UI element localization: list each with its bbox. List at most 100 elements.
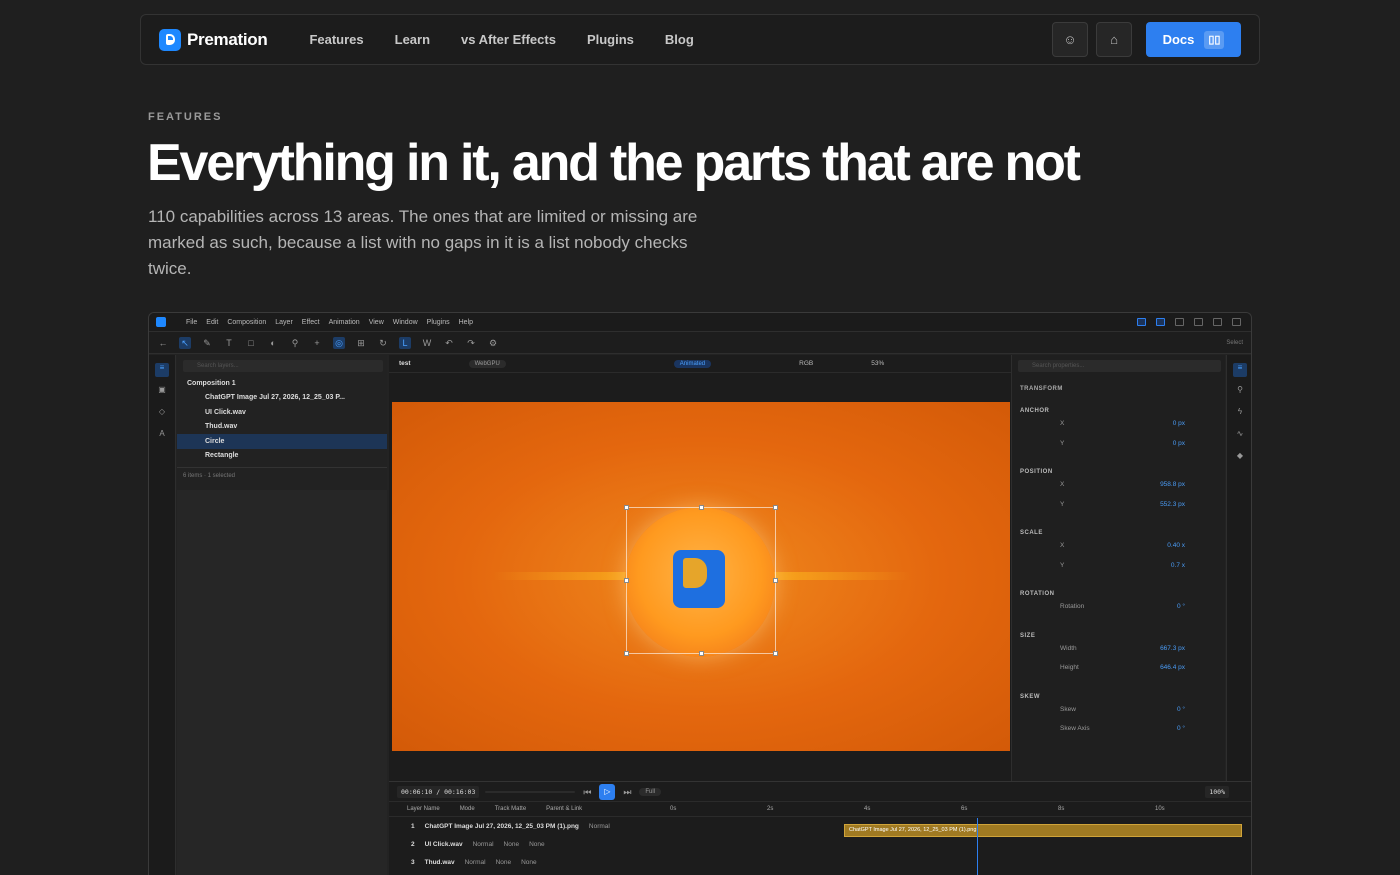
resize-handle[interactable]	[624, 651, 629, 656]
layout-full-icon[interactable]	[1175, 318, 1184, 326]
link-tool-icon[interactable]: ⚲	[289, 337, 301, 349]
snap-icon[interactable]: ◎	[333, 336, 345, 349]
menu-effect[interactable]: Effect	[302, 319, 320, 326]
close-icon[interactable]	[1232, 318, 1241, 326]
menu-edit[interactable]: Edit	[206, 319, 218, 326]
select-tool-icon[interactable]: ↖	[179, 336, 191, 349]
menu-help[interactable]: Help	[459, 319, 473, 326]
discord-icon[interactable]: ☺	[1052, 22, 1088, 57]
graph-icon[interactable]: ∿	[1233, 429, 1247, 443]
play-button[interactable]: ▷	[599, 783, 616, 800]
nav-link-blog[interactable]: Blog	[665, 32, 694, 47]
layer-rectangle[interactable]: Rectangle	[177, 449, 387, 464]
settings-icon[interactable]: ⚙	[487, 337, 499, 349]
timecode-display[interactable]: 00:06:10 / 00:16:03	[397, 785, 480, 798]
position-y-value[interactable]: 552.3 px	[1160, 501, 1185, 508]
channel-select[interactable]: RGB	[799, 360, 813, 367]
resize-handle[interactable]	[699, 505, 704, 510]
resize-handle[interactable]	[773, 505, 778, 510]
docs-button[interactable]: Docs ▯▯	[1146, 22, 1241, 57]
row-mode[interactable]: Normal	[473, 841, 494, 848]
layers-search-input[interactable]: Search layers...	[183, 360, 383, 372]
nav-link-plugins[interactable]: Plugins	[587, 32, 634, 47]
shape-tool-icon[interactable]: □	[245, 337, 257, 349]
height-value[interactable]: 646.4 px	[1160, 664, 1185, 671]
properties-search-input[interactable]: Search properties...	[1018, 360, 1221, 372]
layer-ui-click[interactable]: UI Click.wav	[177, 405, 387, 420]
anchor-x-value[interactable]: 0 px	[1173, 420, 1185, 427]
mask-tool-icon[interactable]: ◐	[267, 337, 279, 349]
menu-composition[interactable]: Composition	[227, 319, 266, 326]
ai-icon[interactable]: A	[155, 429, 169, 443]
resize-handle[interactable]	[624, 578, 629, 583]
timeline-row[interactable]: 3 Thud.wav Normal None None	[389, 853, 1251, 871]
row-parent[interactable]: None	[529, 841, 545, 848]
anchor-y-value[interactable]: 0 px	[1173, 440, 1185, 447]
cube-icon[interactable]: ◇	[155, 407, 169, 421]
playhead[interactable]	[977, 818, 978, 875]
minimize-icon[interactable]	[1194, 318, 1203, 326]
resize-handle[interactable]	[699, 651, 704, 656]
layer-composition[interactable]: Composition 1	[177, 376, 387, 391]
position-x-value[interactable]: 958.8 px	[1160, 481, 1185, 488]
canvas[interactable]	[392, 402, 1010, 751]
mode-badge[interactable]: Animated	[673, 359, 712, 368]
image-clip[interactable]: ChatGPT Image Jul 27, 2026, 12_25_03 PM …	[844, 824, 1242, 837]
timeline-row[interactable]: 2 UI Click.wav Normal None None	[389, 835, 1251, 853]
menu-window[interactable]: Window	[393, 319, 418, 326]
transform-section[interactable]: TRANSFORM	[1012, 376, 1225, 392]
menu-animation[interactable]: Animation	[329, 319, 360, 326]
quality-select[interactable]: Full	[639, 787, 662, 796]
menu-view[interactable]: View	[369, 319, 384, 326]
nav-link-features[interactable]: Features	[309, 32, 363, 47]
layout-split-icon[interactable]	[1156, 318, 1165, 326]
row-matte[interactable]: None	[496, 859, 512, 866]
keyframe-icon[interactable]: ◆	[1233, 451, 1247, 465]
add-icon[interactable]: +	[311, 337, 323, 349]
layer-thud[interactable]: Thud.wav	[177, 420, 387, 435]
rotation-value[interactable]: 0 °	[1177, 603, 1185, 610]
text-tool-icon[interactable]: T	[223, 337, 235, 349]
scale-y-value[interactable]: 0.7 x	[1171, 562, 1185, 569]
link-icon[interactable]: ⚲	[1233, 385, 1247, 399]
effects-icon[interactable]: ϟ	[1233, 407, 1247, 421]
grid-icon[interactable]: ⊞	[355, 337, 367, 349]
menu-file[interactable]: File	[186, 319, 197, 326]
zoom-select[interactable]: 53%	[871, 360, 884, 367]
row-parent[interactable]: None	[521, 859, 537, 866]
menu-layer[interactable]: Layer	[275, 319, 293, 326]
layout-panel-icon[interactable]	[1137, 318, 1146, 326]
row-mode[interactable]: Normal	[465, 859, 486, 866]
skew-axis-value[interactable]: 0 °	[1177, 725, 1185, 732]
refresh-icon[interactable]: ↻	[377, 337, 389, 349]
nav-link-learn[interactable]: Learn	[395, 32, 430, 47]
align-width-icon[interactable]: W	[421, 337, 433, 349]
menu-plugins[interactable]: Plugins	[427, 319, 450, 326]
undo-icon[interactable]: ↶	[443, 337, 455, 349]
back-arrow-icon[interactable]: ←	[157, 337, 169, 349]
selection-box[interactable]	[624, 505, 778, 656]
resize-handle[interactable]	[773, 651, 778, 656]
timeline-zoom[interactable]: 100%	[1205, 785, 1229, 798]
pen-tool-icon[interactable]: ✎	[201, 337, 213, 349]
skip-back-icon[interactable]: ⏮	[581, 786, 593, 798]
properties-icon[interactable]: ≡	[1233, 363, 1247, 377]
layers-icon[interactable]: ≡	[155, 363, 169, 377]
skew-value[interactable]: 0 °	[1177, 706, 1185, 713]
align-left-icon[interactable]: L	[399, 336, 411, 349]
redo-icon[interactable]: ↷	[465, 337, 477, 349]
resize-handle[interactable]	[773, 578, 778, 583]
resize-handle[interactable]	[624, 505, 629, 510]
layer-image[interactable]: ChatGPT Image Jul 27, 2026, 12_25_03 P..…	[177, 391, 387, 406]
maximize-icon[interactable]	[1213, 318, 1222, 326]
timeline-search-input[interactable]	[485, 790, 576, 793]
skip-forward-icon[interactable]: ⏭	[621, 786, 633, 798]
time-ruler[interactable]: 0s 2s 4s 6s 8s 10s	[666, 802, 1251, 816]
width-value[interactable]: 667.3 px	[1160, 645, 1185, 652]
nav-link-vs-after-effects[interactable]: vs After Effects	[461, 32, 556, 47]
scale-x-value[interactable]: 0.40 x	[1167, 542, 1185, 549]
viewer-tab[interactable]: test	[399, 360, 411, 367]
media-icon[interactable]: ▣	[155, 385, 169, 399]
layer-circle[interactable]: Circle	[177, 434, 387, 449]
brand-logo[interactable]: Premation	[159, 28, 268, 51]
